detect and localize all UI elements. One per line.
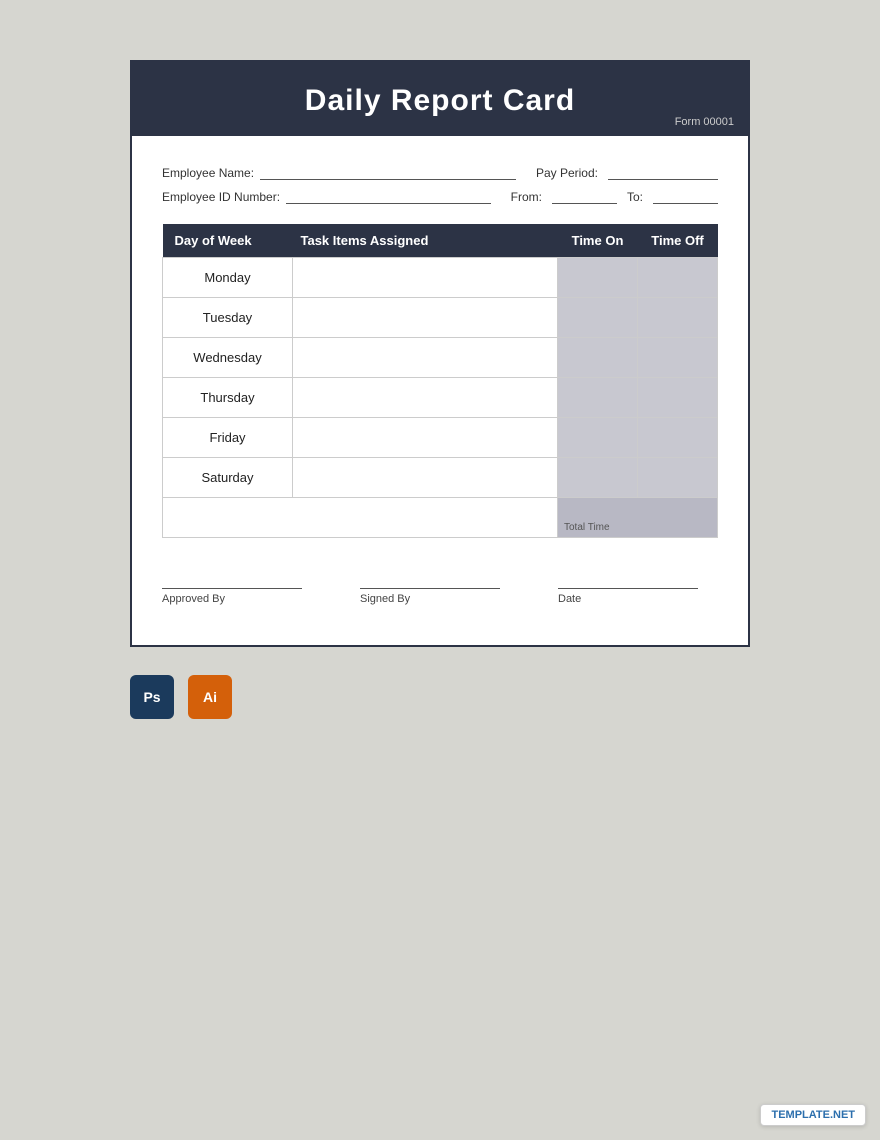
table-row: Thursday — [163, 378, 718, 418]
card-header: Daily Report Card Form 00001 — [132, 62, 748, 136]
table-row: Wednesday — [163, 338, 718, 378]
illustrator-icon: Ai — [188, 675, 232, 719]
to-label: To: — [627, 190, 643, 204]
fields-section: Employee Name: Pay Period: Employee ID N… — [162, 166, 718, 204]
task-friday[interactable] — [293, 418, 558, 458]
date-line — [558, 588, 698, 589]
form-number: Form 00001 — [675, 116, 734, 128]
from-line[interactable] — [552, 190, 617, 204]
task-tuesday[interactable] — [293, 298, 558, 338]
col-header-task: Task Items Assigned — [293, 224, 558, 258]
time-off-monday[interactable] — [638, 258, 718, 298]
to-line[interactable] — [653, 190, 718, 204]
table-row: Monday — [163, 258, 718, 298]
time-off-saturday[interactable] — [638, 458, 718, 498]
card-body: Employee Name: Pay Period: Employee ID N… — [132, 136, 748, 645]
date-item: Date — [558, 588, 718, 605]
employee-id-label: Employee ID Number: — [162, 190, 280, 204]
signed-by-item: Signed By — [360, 588, 520, 605]
day-friday: Friday — [163, 418, 293, 458]
col-header-time-off: Time Off — [638, 224, 718, 258]
from-to-group: From: To: — [511, 190, 718, 204]
approved-by-line — [162, 588, 302, 589]
signed-by-line — [360, 588, 500, 589]
time-off-wednesday[interactable] — [638, 338, 718, 378]
employee-name-line[interactable] — [260, 166, 516, 180]
time-off-tuesday[interactable] — [638, 298, 718, 338]
pay-period-line[interactable] — [608, 166, 718, 180]
date-label: Date — [558, 593, 581, 605]
table-row: Saturday — [163, 458, 718, 498]
day-monday: Monday — [163, 258, 293, 298]
time-off-thursday[interactable] — [638, 378, 718, 418]
employee-name-label: Employee Name: — [162, 166, 254, 180]
approved-by-label: Approved By — [162, 593, 225, 605]
card-title: Daily Report Card — [152, 84, 728, 118]
time-on-wednesday[interactable] — [558, 338, 638, 378]
time-on-thursday[interactable] — [558, 378, 638, 418]
report-card: Daily Report Card Form 00001 Employee Na… — [130, 60, 750, 647]
time-on-monday[interactable] — [558, 258, 638, 298]
time-on-tuesday[interactable] — [558, 298, 638, 338]
signature-section: Approved By Signed By Date — [162, 588, 718, 605]
approved-by-item: Approved By — [162, 588, 322, 605]
template-badge-text: TEMPLATE.NET — [771, 1109, 855, 1121]
col-header-time-on: Time On — [558, 224, 638, 258]
time-on-friday[interactable] — [558, 418, 638, 458]
time-on-saturday[interactable] — [558, 458, 638, 498]
pay-period-group: Pay Period: — [536, 166, 718, 180]
task-wednesday[interactable] — [293, 338, 558, 378]
task-saturday[interactable] — [293, 458, 558, 498]
template-badge: TEMPLATE.NET — [760, 1104, 866, 1126]
total-row: Total Time — [163, 498, 718, 538]
table-header-row: Day of Week Task Items Assigned Time On … — [163, 224, 718, 258]
employee-id-row: Employee ID Number: From: To: — [162, 190, 718, 204]
time-off-friday[interactable] — [638, 418, 718, 458]
report-table: Day of Week Task Items Assigned Time On … — [162, 224, 718, 538]
table-row: Friday — [163, 418, 718, 458]
table-row: Tuesday — [163, 298, 718, 338]
total-time-cell[interactable]: Total Time — [558, 498, 718, 538]
employee-name-row: Employee Name: Pay Period: — [162, 166, 718, 180]
total-time-text: Total Time — [564, 522, 610, 533]
photoshop-icon: Ps — [130, 675, 174, 719]
day-tuesday: Tuesday — [163, 298, 293, 338]
from-label: From: — [511, 190, 542, 204]
day-saturday: Saturday — [163, 458, 293, 498]
total-time-label — [163, 498, 558, 538]
task-monday[interactable] — [293, 258, 558, 298]
bottom-icons: Ps Ai — [130, 675, 232, 719]
day-thursday: Thursday — [163, 378, 293, 418]
col-header-day: Day of Week — [163, 224, 293, 258]
signed-by-label: Signed By — [360, 593, 410, 605]
day-wednesday: Wednesday — [163, 338, 293, 378]
task-thursday[interactable] — [293, 378, 558, 418]
pay-period-label: Pay Period: — [536, 166, 598, 180]
employee-id-line[interactable] — [286, 190, 491, 204]
